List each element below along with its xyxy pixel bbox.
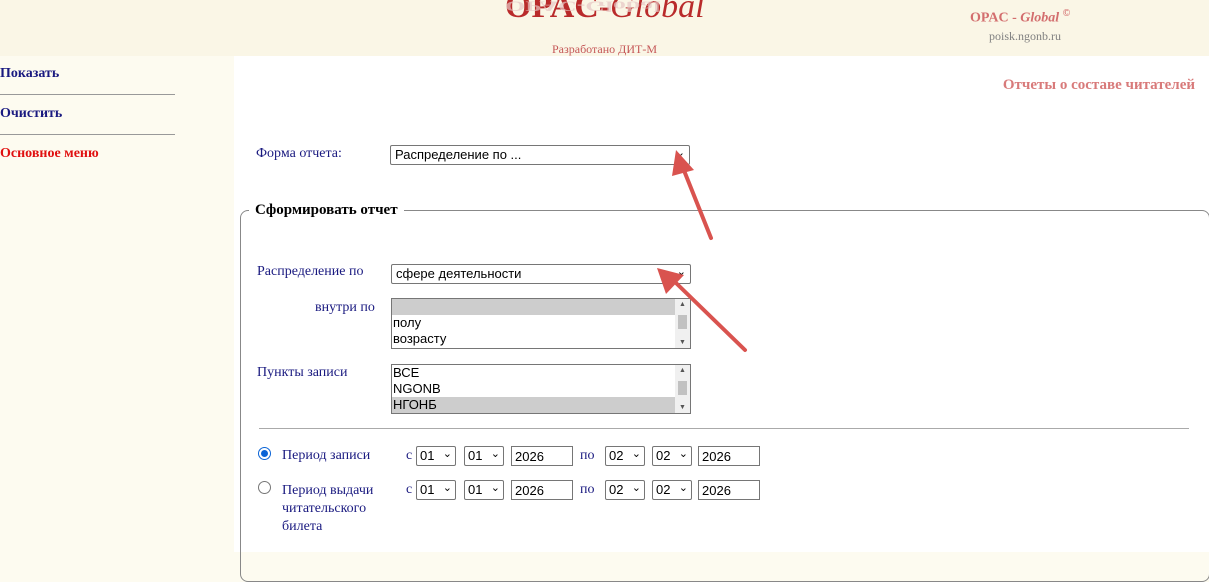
chevron-down-icon: ⌄ (678, 448, 688, 460)
developer-credit: Разработано ДИТ-М (552, 42, 657, 56)
inner-listbox[interactable]: полу возрасту ▲ ▼ (391, 298, 691, 349)
scroll-down-icon: ▼ (679, 339, 686, 346)
points-label: Пункты записи (257, 365, 348, 380)
list-item[interactable]: NGONB (392, 381, 690, 397)
report-fieldset: Сформировать отчет (240, 202, 1209, 582)
period-card-radio[interactable] (258, 481, 271, 494)
from-label: с (406, 482, 413, 497)
period-card-label: Период выдачи читательского билета (282, 483, 374, 534)
to-label: по (580, 482, 595, 497)
sidebar-divider (0, 134, 175, 135)
chevron-down-icon: ⌄ (631, 482, 641, 494)
scroll-thumb[interactable] (678, 381, 687, 395)
end-day-select[interactable]: 02 ⌄ (605, 480, 645, 500)
scroll-up-icon: ▲ (679, 301, 686, 308)
distribution-label: Распределение по (257, 264, 364, 279)
start-year-input[interactable] (511, 446, 573, 466)
divider (259, 428, 1189, 429)
chevron-down-icon: ⌄ (442, 482, 452, 494)
inner-label: внутри по (315, 300, 375, 315)
scrollbar[interactable]: ▲ ▼ (675, 365, 690, 413)
distribution-select[interactable]: сфере деятельности ⌄ (391, 264, 691, 284)
form-label: Форма отчета: (256, 146, 342, 161)
chevron-down-icon: ⌄ (442, 448, 452, 460)
period-record-label: Период записи (282, 448, 371, 463)
chevron-down-icon: ⌄ (675, 147, 685, 159)
main-panel: Отчеты о составе читателей Форма отчета:… (234, 56, 1209, 582)
list-item[interactable]: НГОНБ (392, 397, 690, 413)
chevron-down-icon: ⌄ (631, 448, 641, 460)
scroll-down-icon: ▼ (679, 404, 686, 411)
start-year-input[interactable] (511, 480, 573, 500)
main-menu-link[interactable]: Основное меню (0, 146, 99, 162)
site-url: poisk.ngonb.ru (989, 29, 1061, 43)
list-item[interactable]: ВСЕ (392, 365, 690, 381)
start-month-select[interactable]: 01 ⌄ (464, 446, 504, 466)
clear-link[interactable]: Очистить (0, 106, 62, 122)
form-select[interactable]: Распределение по ... ⌄ (390, 145, 690, 165)
list-item[interactable] (392, 299, 690, 315)
chevron-down-icon: ⌄ (678, 482, 688, 494)
end-month-select[interactable]: 02 ⌄ (652, 446, 692, 466)
scroll-thumb[interactable] (678, 315, 687, 329)
fieldset-legend: Сформировать отчет (255, 202, 398, 218)
scroll-up-icon: ▲ (679, 367, 686, 374)
list-item[interactable]: полу (392, 315, 690, 331)
chevron-down-icon: ⌄ (676, 266, 686, 278)
end-day-select[interactable]: 02 ⌄ (605, 446, 645, 466)
to-label: по (580, 448, 595, 463)
header: OPAC-Global OPAC-Global Разработано ДИТ-… (0, 0, 1209, 56)
start-day-select[interactable]: 01 ⌄ (416, 480, 456, 500)
end-year-input[interactable] (698, 446, 760, 466)
sidebar: Показать Очистить Основное меню (0, 56, 234, 552)
page-title: Отчеты о составе читателей (1002, 77, 1195, 93)
end-month-select[interactable]: 02 ⌄ (652, 480, 692, 500)
start-day-select[interactable]: 01 ⌄ (416, 446, 456, 466)
form-select-value: Распределение по ... (395, 147, 522, 162)
distribution-select-value: сфере деятельности (396, 266, 522, 281)
from-label: с (406, 448, 413, 463)
list-item[interactable]: возрасту (392, 331, 690, 347)
scrollbar[interactable]: ▲ ▼ (675, 299, 690, 348)
chevron-down-icon: ⌄ (490, 482, 500, 494)
period-record-radio[interactable] (258, 447, 271, 460)
points-listbox[interactable]: ВСЕ NGONB НГОНБ ▲ ▼ (391, 364, 691, 414)
start-month-select[interactable]: 01 ⌄ (464, 480, 504, 500)
sidebar-divider (0, 94, 175, 95)
chevron-down-icon: ⌄ (490, 448, 500, 460)
show-link[interactable]: Показать (0, 66, 59, 82)
end-year-input[interactable] (698, 480, 760, 500)
brand-right: OPAC - Global © (970, 8, 1071, 26)
logo-reflection: OPAC-Global (505, 0, 661, 14)
